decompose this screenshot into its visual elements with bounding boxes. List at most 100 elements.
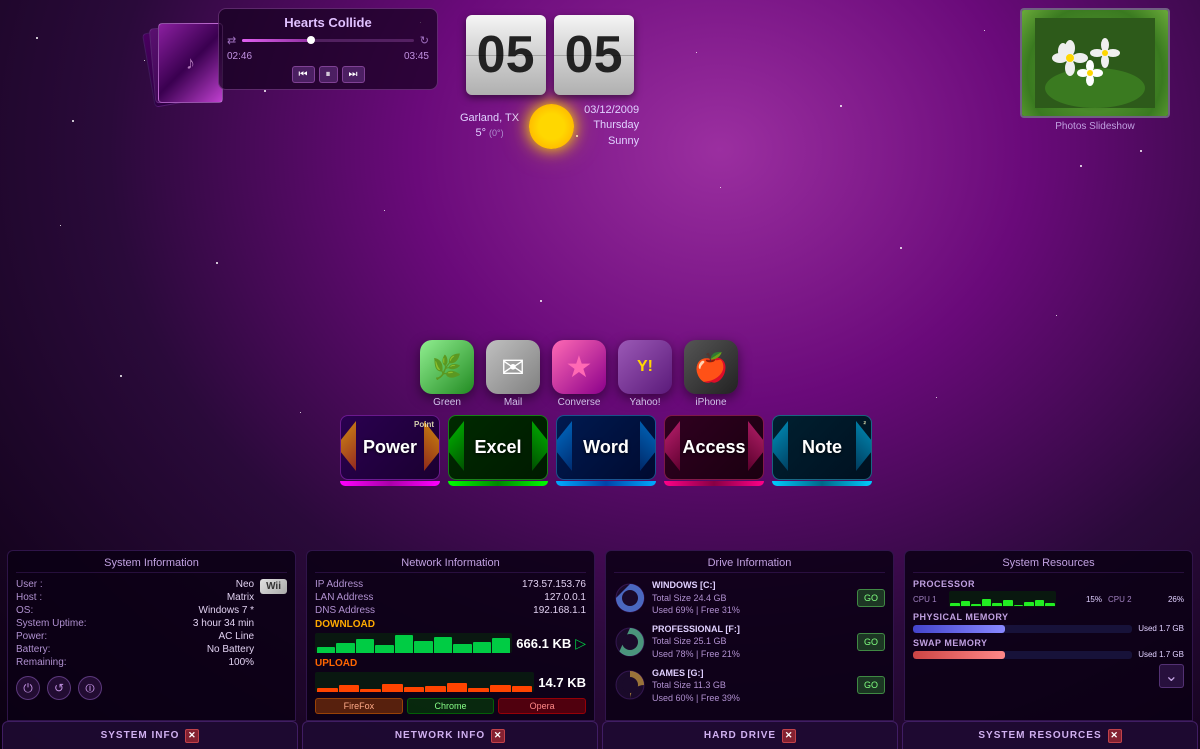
sys-control-buttons: ⏻ ↺ ⏼ bbox=[16, 676, 287, 700]
music-title: Hearts Collide bbox=[227, 15, 429, 30]
office-icon-power[interactable]: Power Point bbox=[340, 415, 440, 486]
sys-uptime-row: System Uptime: 3 hour 34 min bbox=[16, 618, 254, 629]
excel-bar bbox=[448, 481, 548, 486]
sys-battery-label: Battery: bbox=[16, 644, 50, 655]
power-wing-left bbox=[340, 421, 356, 471]
sys-host-label: Host : bbox=[16, 592, 42, 603]
footer-tab-system-info-close[interactable]: ✕ bbox=[185, 729, 199, 743]
footer-tab-network-info[interactable]: Network Info ✕ bbox=[302, 721, 598, 749]
office-icon-excel[interactable]: Excel bbox=[448, 415, 548, 486]
drive-f-usage: Used 78% | Free 21% bbox=[652, 648, 851, 661]
excel-icon-box: Excel bbox=[448, 415, 548, 480]
sys-battery-val: No Battery bbox=[207, 644, 254, 655]
drive-c-name: WINDOWS [C:] bbox=[652, 579, 851, 592]
app-icon-mail[interactable]: ✉ Mail bbox=[486, 340, 540, 408]
shuffle-icon: ⇄ bbox=[227, 34, 236, 47]
green-icon: 🌿 bbox=[420, 340, 474, 394]
next-button[interactable]: ⏭ bbox=[342, 66, 365, 83]
word-wing-right bbox=[640, 421, 656, 471]
power-off-icon[interactable]: ⏻ bbox=[16, 676, 40, 700]
cpu1-label: CPU 1 bbox=[913, 595, 943, 604]
drive-games: GAMES [G:] Total Size 11.3 GB Used 60% |… bbox=[614, 667, 885, 705]
info-icon[interactable]: ⏼ bbox=[78, 676, 102, 700]
weather-day: Thursday bbox=[584, 118, 639, 133]
mail-label: Mail bbox=[504, 397, 522, 408]
note-bar bbox=[772, 481, 872, 486]
prev-button[interactable]: ⏮ bbox=[292, 66, 315, 83]
chrome-button[interactable]: Chrome bbox=[407, 698, 495, 714]
power-label: Power bbox=[363, 437, 417, 458]
office-icon-note[interactable]: Note ² bbox=[772, 415, 872, 486]
music-progress-thumb bbox=[307, 36, 315, 44]
physical-bar-fill bbox=[913, 625, 1005, 633]
expand-icon[interactable]: ⌄ bbox=[1159, 664, 1184, 688]
footer-tab-system-resources[interactable]: System Resources ✕ bbox=[902, 721, 1198, 749]
music-progress-bar[interactable] bbox=[242, 39, 414, 42]
footer-tab-system-resources-close[interactable]: ✕ bbox=[1108, 729, 1122, 743]
browser-buttons: FireFox Chrome Opera bbox=[315, 698, 586, 714]
physical-label: PHYSICAL MEMORY bbox=[913, 612, 1184, 622]
music-widget: Hearts Collide ⇄ ↻ 02:46 03:45 ⏮ ⏸ ⏭ bbox=[218, 8, 438, 90]
upload-graph bbox=[315, 672, 534, 692]
drive-info-panel: Drive Information WINDOWS [C:] Total Siz… bbox=[605, 550, 894, 721]
office-icon-access[interactable]: Access bbox=[664, 415, 764, 486]
system-info-panel: System Information User : Neo Host : Mat… bbox=[7, 550, 296, 721]
footer-tab-hard-drive[interactable]: Hard Drive ✕ bbox=[602, 721, 898, 749]
upload-speed: 14.7 KB bbox=[538, 675, 586, 690]
upload-bars bbox=[315, 672, 534, 692]
download-row: 666.1 KB ▷ bbox=[315, 631, 586, 655]
office-icon-word[interactable]: Word bbox=[556, 415, 656, 486]
drive-c-go[interactable]: GO bbox=[857, 589, 885, 607]
network-info-header: Network Information bbox=[315, 557, 586, 573]
photos-widget[interactable]: Photos Slideshow bbox=[1020, 8, 1170, 132]
note-icon-box: Note ² bbox=[772, 415, 872, 480]
word-wing-left bbox=[556, 421, 572, 471]
sys-wii-badge-container: Wii bbox=[260, 579, 287, 670]
sys-uptime-label: System Uptime: bbox=[16, 618, 87, 629]
weather-date: 03/12/2009 bbox=[584, 103, 639, 118]
converse-icon: ★ bbox=[552, 340, 606, 394]
net-ip-label: IP Address bbox=[315, 579, 363, 590]
app-icon-green[interactable]: 🌿 Green bbox=[420, 340, 474, 408]
footer-tab-system-info[interactable]: System Info ✕ bbox=[2, 721, 298, 749]
note-label: Note bbox=[802, 437, 842, 458]
clock-display: 05 05 bbox=[460, 15, 639, 95]
opera-button[interactable]: Opera bbox=[498, 698, 586, 714]
weather-sun-icon bbox=[529, 104, 574, 149]
net-lan-row: LAN Address 127.0.0.1 bbox=[315, 592, 586, 603]
drive-f-go[interactable]: GO bbox=[857, 633, 885, 651]
resources-extra: ⌄ bbox=[913, 664, 1184, 688]
firefox-button[interactable]: FireFox bbox=[315, 698, 403, 714]
swap-memory-section: SWAP MEMORY Used 1.7 GB bbox=[913, 638, 1184, 659]
cpu2-pct: 26% bbox=[1144, 595, 1184, 604]
app-icon-iphone[interactable]: 🍎 iPhone bbox=[684, 340, 738, 408]
play-pause-button[interactable]: ⏸ bbox=[319, 66, 338, 83]
network-info-panel: Network Information IP Address 173.57.15… bbox=[306, 550, 595, 721]
drive-c-info: WINDOWS [C:] Total Size 24.4 GB Used 69%… bbox=[652, 579, 851, 617]
power-bar bbox=[340, 481, 440, 486]
sys-os-val: Windows 7 * bbox=[199, 605, 255, 616]
green-label: Green bbox=[433, 397, 461, 408]
footer-tabs-row: System Info ✕ Network Info ✕ Hard Drive … bbox=[0, 721, 1200, 749]
weather-date-condition: 03/12/2009 Thursday Sunny bbox=[584, 103, 639, 149]
refresh-icon[interactable]: ↺ bbox=[47, 676, 71, 700]
swap-bar-fill bbox=[913, 651, 1005, 659]
footer-tab-system-info-label: System Info bbox=[101, 730, 180, 741]
download-expand-icon[interactable]: ▷ bbox=[575, 635, 586, 652]
photo-display bbox=[1022, 10, 1168, 116]
drive-g-usage: Used 60% | Free 39% bbox=[652, 692, 851, 705]
download-bars bbox=[315, 633, 512, 653]
weather-temp: 5° (0°) bbox=[460, 126, 519, 141]
access-icon-box: Access bbox=[664, 415, 764, 480]
drive-info-header: Drive Information bbox=[614, 557, 885, 573]
drive-g-chart bbox=[614, 669, 646, 701]
app-icon-yahoo[interactable]: Y! Yahoo! bbox=[618, 340, 672, 408]
physical-bar-row: Used 1.7 GB bbox=[913, 624, 1184, 633]
app-icon-converse[interactable]: ★ Converse bbox=[552, 340, 606, 408]
yahoo-icon: Y! bbox=[618, 340, 672, 394]
footer-tab-network-info-close[interactable]: ✕ bbox=[491, 729, 505, 743]
drive-g-go[interactable]: GO bbox=[857, 676, 885, 694]
footer-tab-hard-drive-close[interactable]: ✕ bbox=[782, 729, 796, 743]
sys-power-row: Power: AC Line bbox=[16, 631, 254, 642]
clock-hour: 05 bbox=[466, 15, 546, 95]
